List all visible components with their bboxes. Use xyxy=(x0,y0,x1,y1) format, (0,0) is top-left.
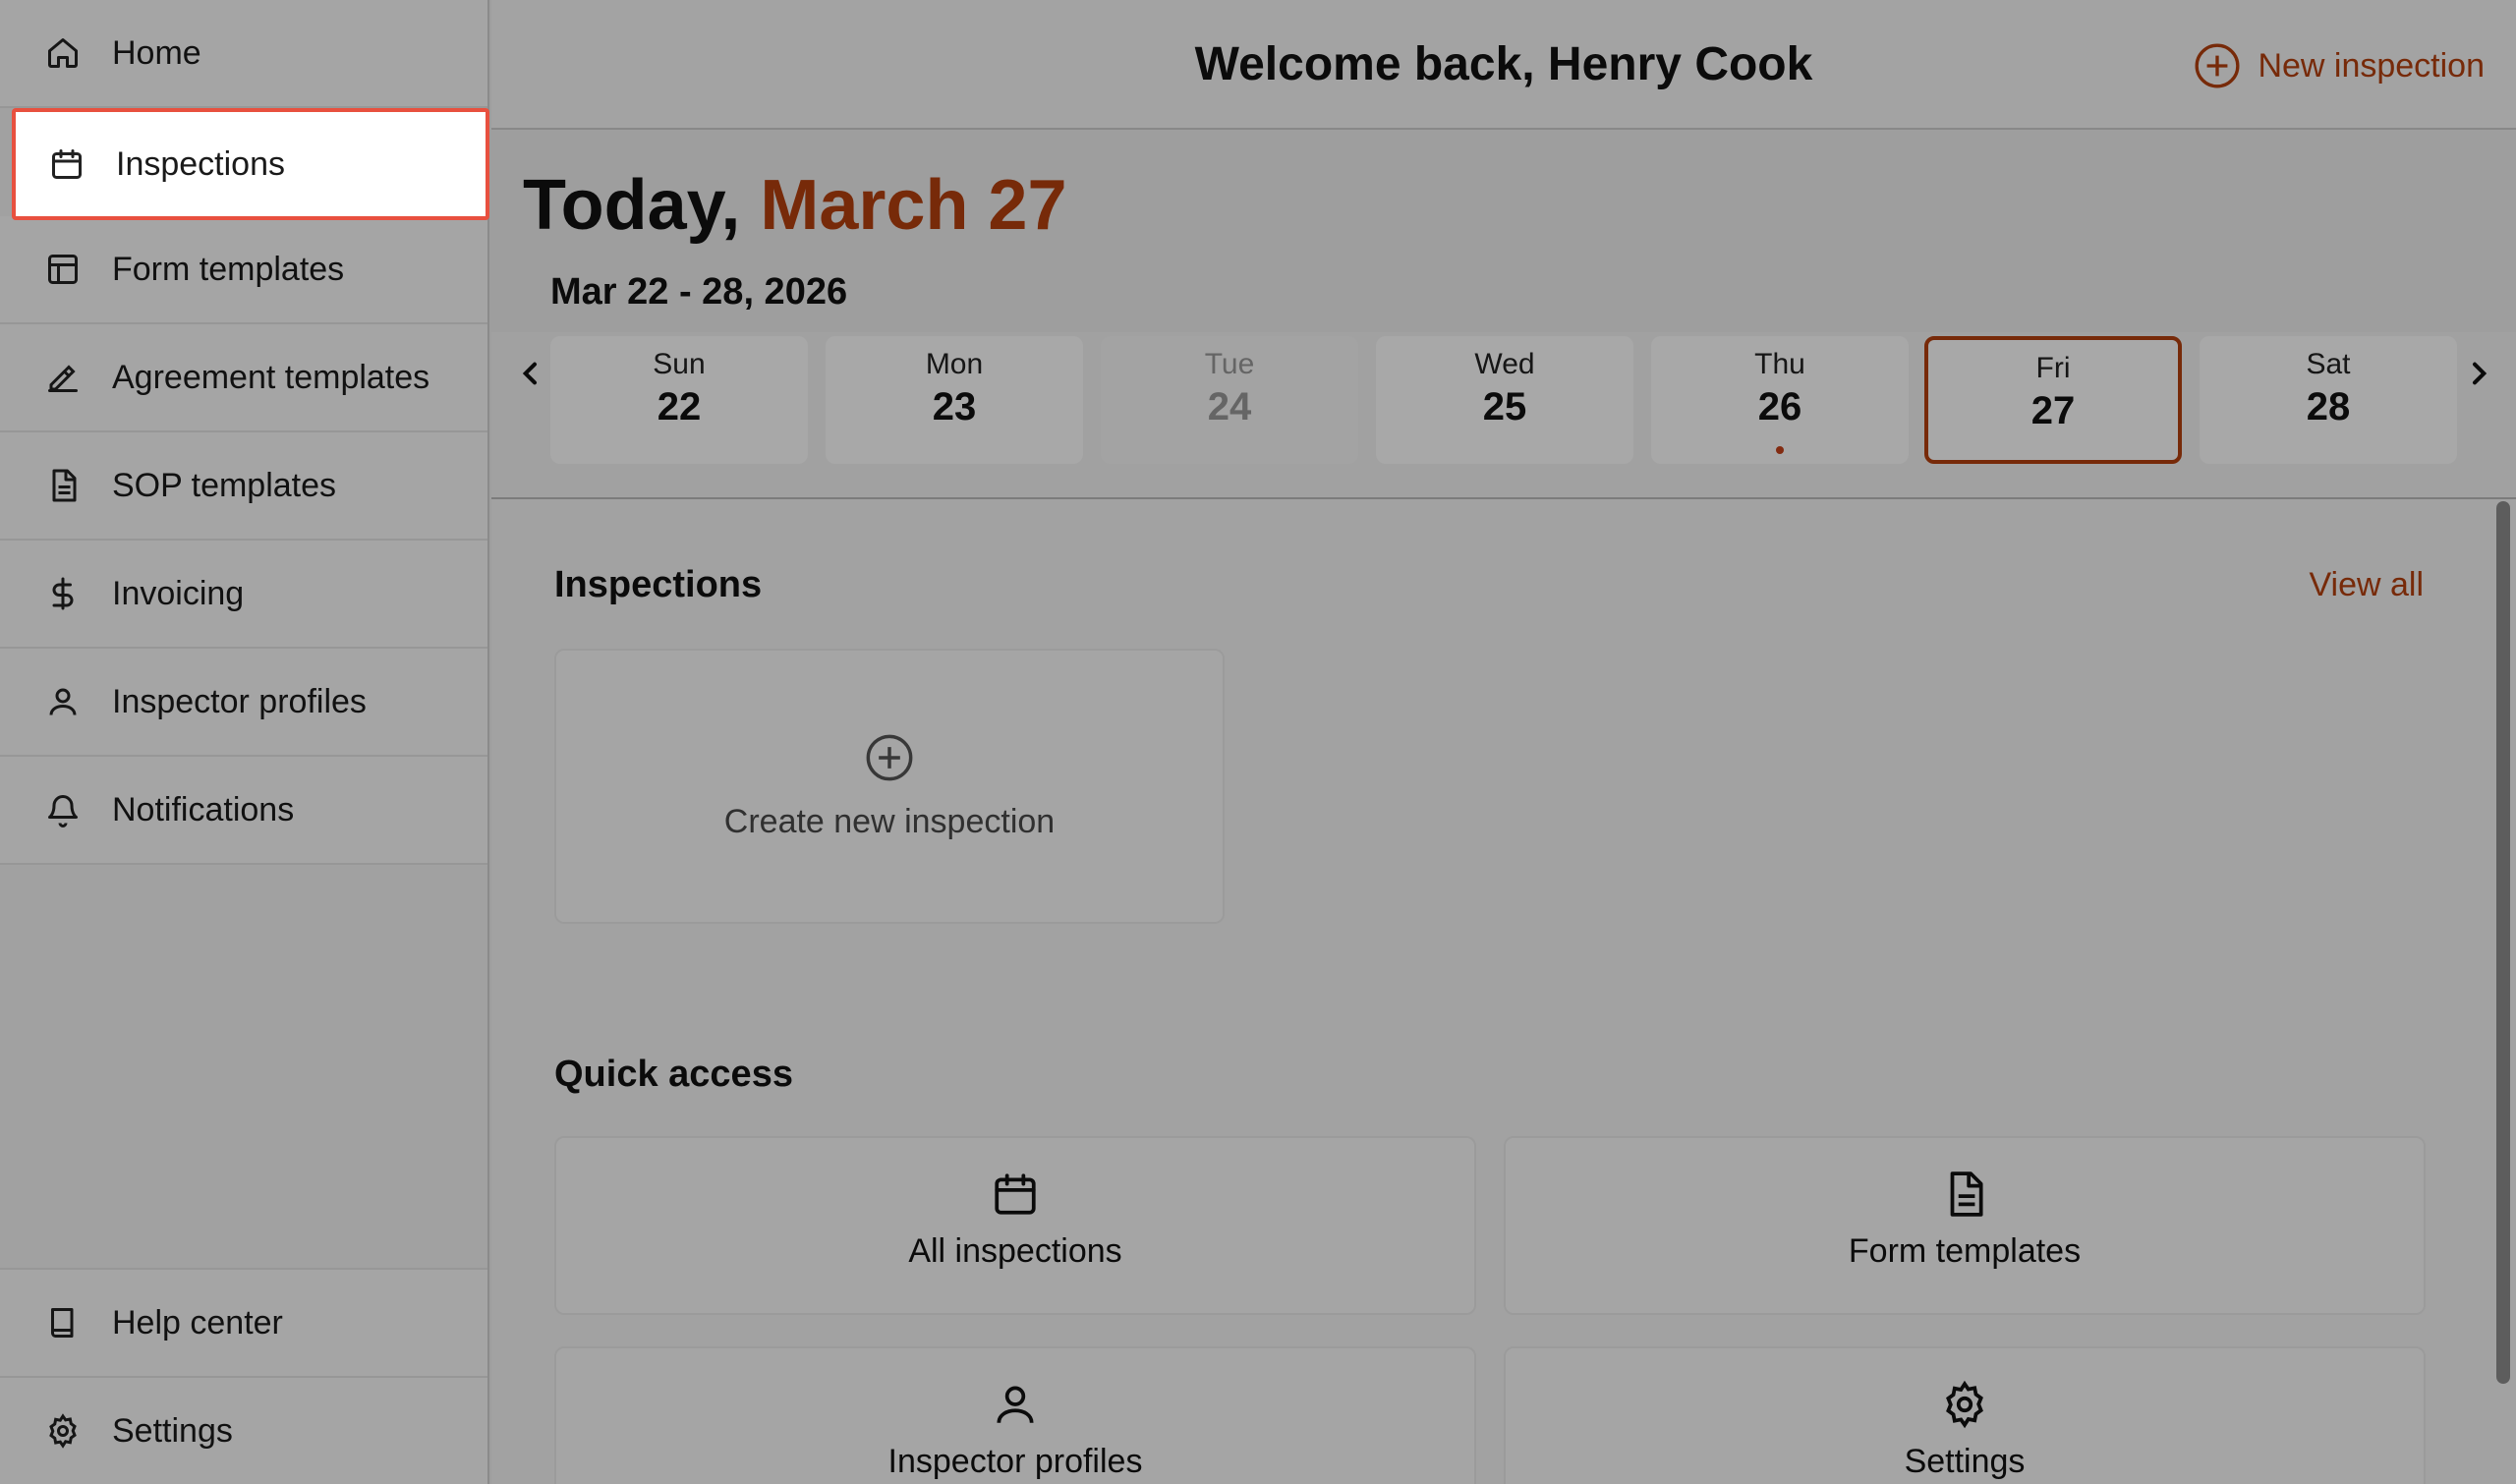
create-inspection-label: Create new inspection xyxy=(723,802,1056,840)
inspections-section-title: Inspections xyxy=(554,564,763,605)
app-root: Home Form templates Agreement templates xyxy=(0,0,2516,1484)
day-name: Sat xyxy=(2306,348,2351,380)
sidebar-bottom-nav: Help center Settings xyxy=(0,1268,487,1484)
today-heading: Today, March 27 xyxy=(523,165,1067,246)
event-indicator-dot xyxy=(1776,446,1784,454)
sidebar-item-label: Notifications xyxy=(112,790,295,828)
gear-icon xyxy=(1940,1380,1989,1429)
day-sat[interactable]: Sat 28 xyxy=(2200,336,2457,464)
quick-access-label: Form templates xyxy=(1848,1232,2082,1270)
document-icon xyxy=(1940,1170,1989,1219)
book-icon xyxy=(45,1305,81,1341)
new-inspection-label: New inspection xyxy=(2258,46,2485,85)
day-wed[interactable]: Wed 25 xyxy=(1376,336,1633,464)
sidebar-item-label: Agreement templates xyxy=(112,358,430,396)
sidebar-item-label: SOP templates xyxy=(112,466,337,504)
sidebar-nav: Home Form templates Agreement templates xyxy=(0,0,487,865)
day-name: Wed xyxy=(1474,348,1535,380)
chevron-right-icon xyxy=(2473,362,2487,385)
layout-icon xyxy=(45,252,81,287)
day-tue[interactable]: Tue 24 xyxy=(1101,336,1358,464)
signature-icon xyxy=(45,360,81,395)
plus-circle-icon xyxy=(864,732,915,783)
day-thu[interactable]: Thu 26 xyxy=(1651,336,1909,464)
day-name: Mon xyxy=(925,348,984,380)
quick-access-all-inspections[interactable]: All inspections xyxy=(554,1136,1476,1315)
week-strip: Sun 22 Mon 23 Tue 24 Wed 25 Thu 26 Fri 2… xyxy=(491,332,2516,499)
sidebar-item-form-templates[interactable]: Form templates xyxy=(0,216,487,324)
day-number: 25 xyxy=(1482,385,1527,428)
quick-access-label: Inspector profiles xyxy=(887,1443,1143,1480)
sidebar-item-label: Home xyxy=(112,33,201,72)
quick-access-settings[interactable]: Settings xyxy=(1504,1346,2426,1484)
day-number: 28 xyxy=(2306,385,2351,428)
sidebar-item-label: Invoicing xyxy=(112,574,245,612)
day-name: Tue xyxy=(1204,348,1255,380)
quick-access-label: All inspections xyxy=(908,1232,1122,1270)
day-name: Thu xyxy=(1754,348,1805,380)
plus-circle-icon xyxy=(2193,41,2242,90)
day-name: Sun xyxy=(653,348,706,380)
today-date: March 27 xyxy=(760,166,1067,245)
sidebar-item-invoicing[interactable]: Invoicing xyxy=(0,541,487,649)
home-icon xyxy=(45,35,81,71)
main-content: Inspections View all Create new inspecti… xyxy=(491,499,2516,1484)
sidebar-item-inspector-profiles[interactable]: Inspector profiles xyxy=(0,649,487,757)
sidebar-item-label: Help center xyxy=(112,1303,283,1341)
today-prefix: Today, xyxy=(523,166,741,245)
sidebar-item-label: Inspector profiles xyxy=(112,682,367,720)
document-icon xyxy=(45,468,81,503)
sidebar-item-settings[interactable]: Settings xyxy=(0,1376,487,1484)
day-fri[interactable]: Fri 27 xyxy=(1924,336,2182,464)
sidebar-item-agreement-templates[interactable]: Agreement templates xyxy=(0,324,487,432)
top-header: Welcome back, Henry Cook New inspection xyxy=(491,0,2516,130)
day-number: 27 xyxy=(2030,389,2076,432)
day-number: 24 xyxy=(1207,385,1252,428)
quick-access-title: Quick access xyxy=(554,1054,793,1095)
sidebar-item-help-center[interactable]: Help center xyxy=(0,1268,487,1376)
sidebar-item-notifications[interactable]: Notifications xyxy=(0,757,487,865)
page-title: Welcome back, Henry Cook xyxy=(1194,37,1813,90)
user-icon xyxy=(991,1380,1040,1429)
create-inspection-card[interactable]: Create new inspection xyxy=(554,649,1225,924)
day-number: 26 xyxy=(1757,385,1802,428)
quick-access-label: Settings xyxy=(1904,1443,2026,1480)
day-number: 22 xyxy=(657,385,702,428)
day-name: Fri xyxy=(2035,352,2071,384)
day-number: 23 xyxy=(932,385,977,428)
previous-week-button[interactable] xyxy=(511,354,550,393)
bell-icon xyxy=(45,792,81,828)
day-sun[interactable]: Sun 22 xyxy=(550,336,808,464)
new-inspection-button[interactable]: New inspection xyxy=(2193,41,2485,90)
week-range: Mar 22 - 28, 2026 xyxy=(550,271,848,313)
next-week-button[interactable] xyxy=(2459,354,2498,393)
user-icon xyxy=(45,684,81,719)
quick-access-inspector-profiles[interactable]: Inspector profiles xyxy=(554,1346,1476,1484)
sidebar-item-home[interactable]: Home xyxy=(0,0,487,108)
quick-access-form-templates[interactable]: Form templates xyxy=(1504,1136,2426,1315)
dollar-icon xyxy=(45,576,81,611)
vertical-scrollbar[interactable] xyxy=(2496,501,2510,1384)
calendar-icon xyxy=(991,1170,1040,1219)
day-mon[interactable]: Mon 23 xyxy=(826,336,1083,464)
sidebar-item-label: Form templates xyxy=(112,250,345,288)
sidebar-item-sop-templates[interactable]: SOP templates xyxy=(0,432,487,541)
sidebar: Home Form templates Agreement templates xyxy=(0,0,489,1484)
view-all-link[interactable]: View all xyxy=(2309,566,2424,604)
gear-icon xyxy=(45,1413,81,1449)
chevron-left-icon xyxy=(522,362,537,385)
sidebar-item-label: Settings xyxy=(112,1411,233,1450)
